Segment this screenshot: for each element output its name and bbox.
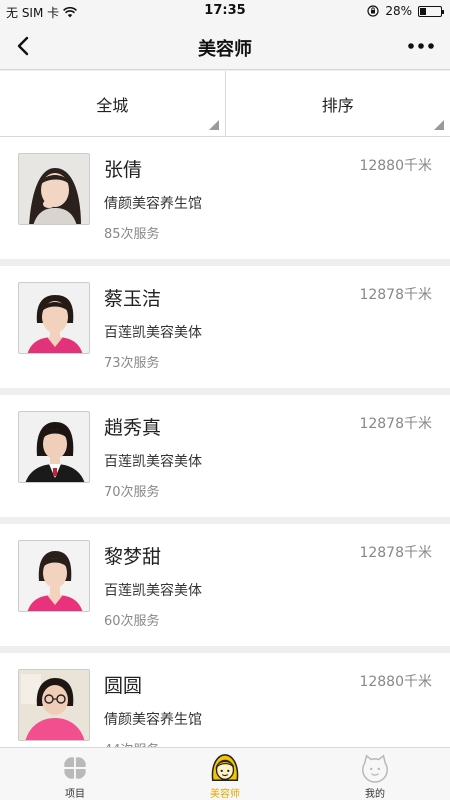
beautician-card[interactable]: 张倩 倩颜美容养生馆 85次服务 12880千米 xyxy=(0,137,450,259)
beautician-name: 趙秀真 xyxy=(104,417,162,439)
service-count: 73次服务 xyxy=(104,356,160,371)
dropdown-corner-icon xyxy=(208,120,219,130)
shop-name: 百莲凯美容美体 xyxy=(104,583,202,599)
more-dots-icon[interactable] xyxy=(406,34,436,58)
service-count: 70次服务 xyxy=(104,485,160,500)
tab-projects[interactable]: 项目 xyxy=(0,748,150,800)
avatar xyxy=(18,669,90,741)
page-title: 美容师 xyxy=(198,39,252,60)
tab-beautician[interactable]: 美容师 xyxy=(150,748,300,800)
tab-mine-label: 我的 xyxy=(365,789,385,800)
distance: 12878千米 xyxy=(359,545,432,561)
service-count: 44次服务 xyxy=(104,739,160,747)
beautician-card[interactable]: 圆圆 倩颜美容养生馆 44次服务 12880千米 xyxy=(0,653,450,747)
beautician-name: 张倩 xyxy=(104,159,143,181)
status-bar: 无 SIM 卡 17:35 28% xyxy=(0,0,450,22)
filter-sort-label: 排序 xyxy=(321,95,354,115)
beautician-card[interactable]: 蔡玉洁 百莲凯美容美体 73次服务 12878千米 xyxy=(0,266,450,388)
shop-name: 百莲凯美容美体 xyxy=(104,454,202,470)
filter-city-label: 全城 xyxy=(96,95,129,115)
distance: 12880千米 xyxy=(359,674,432,690)
avatar xyxy=(18,153,90,225)
orientation-lock-icon xyxy=(367,5,379,17)
avatar xyxy=(18,282,90,354)
shop-name: 百莲凯美容美体 xyxy=(104,325,202,341)
nav-bar: 美容师 xyxy=(0,22,450,70)
dropdown-corner-icon xyxy=(434,120,444,130)
tab-mine[interactable]: 我的 xyxy=(300,748,450,800)
tab-projects-label: 项目 xyxy=(65,789,85,800)
beautician-name: 圆圆 xyxy=(104,675,143,697)
battery-percent: 28% xyxy=(385,4,412,18)
beautician-icon xyxy=(211,754,239,781)
filter-city[interactable]: 全城 xyxy=(0,71,225,136)
shop-name: 倩颜美容养生馆 xyxy=(104,712,202,728)
beautician-card[interactable]: 趙秀真 百莲凯美容美体 70次服务 12878千米 xyxy=(0,395,450,517)
beautician-name: 蔡玉洁 xyxy=(104,288,162,310)
filter-sort[interactable]: 排序 xyxy=(224,71,450,136)
shop-name: 倩颜美容养生馆 xyxy=(104,196,202,212)
battery-fill xyxy=(420,7,426,15)
distance: 12878千米 xyxy=(359,287,432,303)
beautician-name: 黎梦甜 xyxy=(104,546,162,568)
avatar xyxy=(18,540,90,612)
avatar xyxy=(18,411,90,483)
tab-beautician-label: 美容师 xyxy=(210,789,240,800)
filter-bar: 全城 排序 xyxy=(0,71,450,137)
beautician-card[interactable]: 黎梦甜 百莲凯美容美体 60次服务 12878千米 xyxy=(0,524,450,646)
distance: 12880千米 xyxy=(359,158,432,174)
beautician-list: 张倩 倩颜美容养生馆 85次服务 12880千米 蔡玉洁 百莲凯美容美体 73次… xyxy=(0,137,450,747)
tab-bar: 项目 美容师 我的 xyxy=(0,747,450,800)
distance: 12878千米 xyxy=(359,416,432,432)
profile-face-icon xyxy=(362,754,388,783)
service-count: 60次服务 xyxy=(104,614,160,629)
clover-icon xyxy=(64,757,86,779)
service-count: 85次服务 xyxy=(104,227,160,242)
battery-icon xyxy=(418,5,444,17)
status-right: 28% xyxy=(367,4,444,18)
